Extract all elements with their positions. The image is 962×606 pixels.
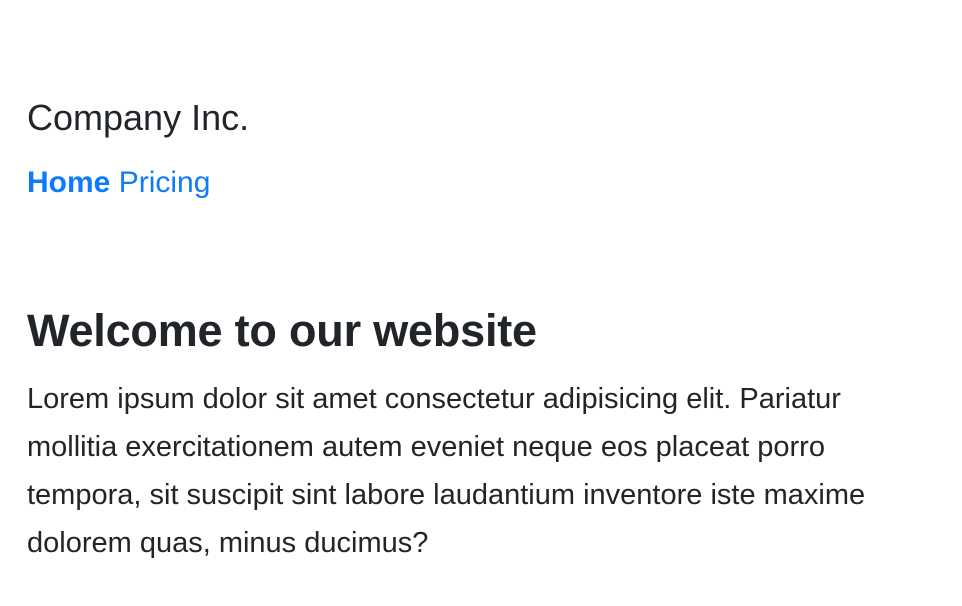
nav-link-home[interactable]: Home: [27, 166, 110, 199]
main-nav: Home Pricing: [27, 164, 210, 202]
nav-link-pricing[interactable]: Pricing: [119, 166, 211, 199]
intro-paragraph: Lorem ipsum dolor sit amet consectetur a…: [27, 383, 866, 559]
page-title: Welcome to our website: [27, 305, 537, 356]
brand-name: Company Inc.: [27, 97, 250, 138]
